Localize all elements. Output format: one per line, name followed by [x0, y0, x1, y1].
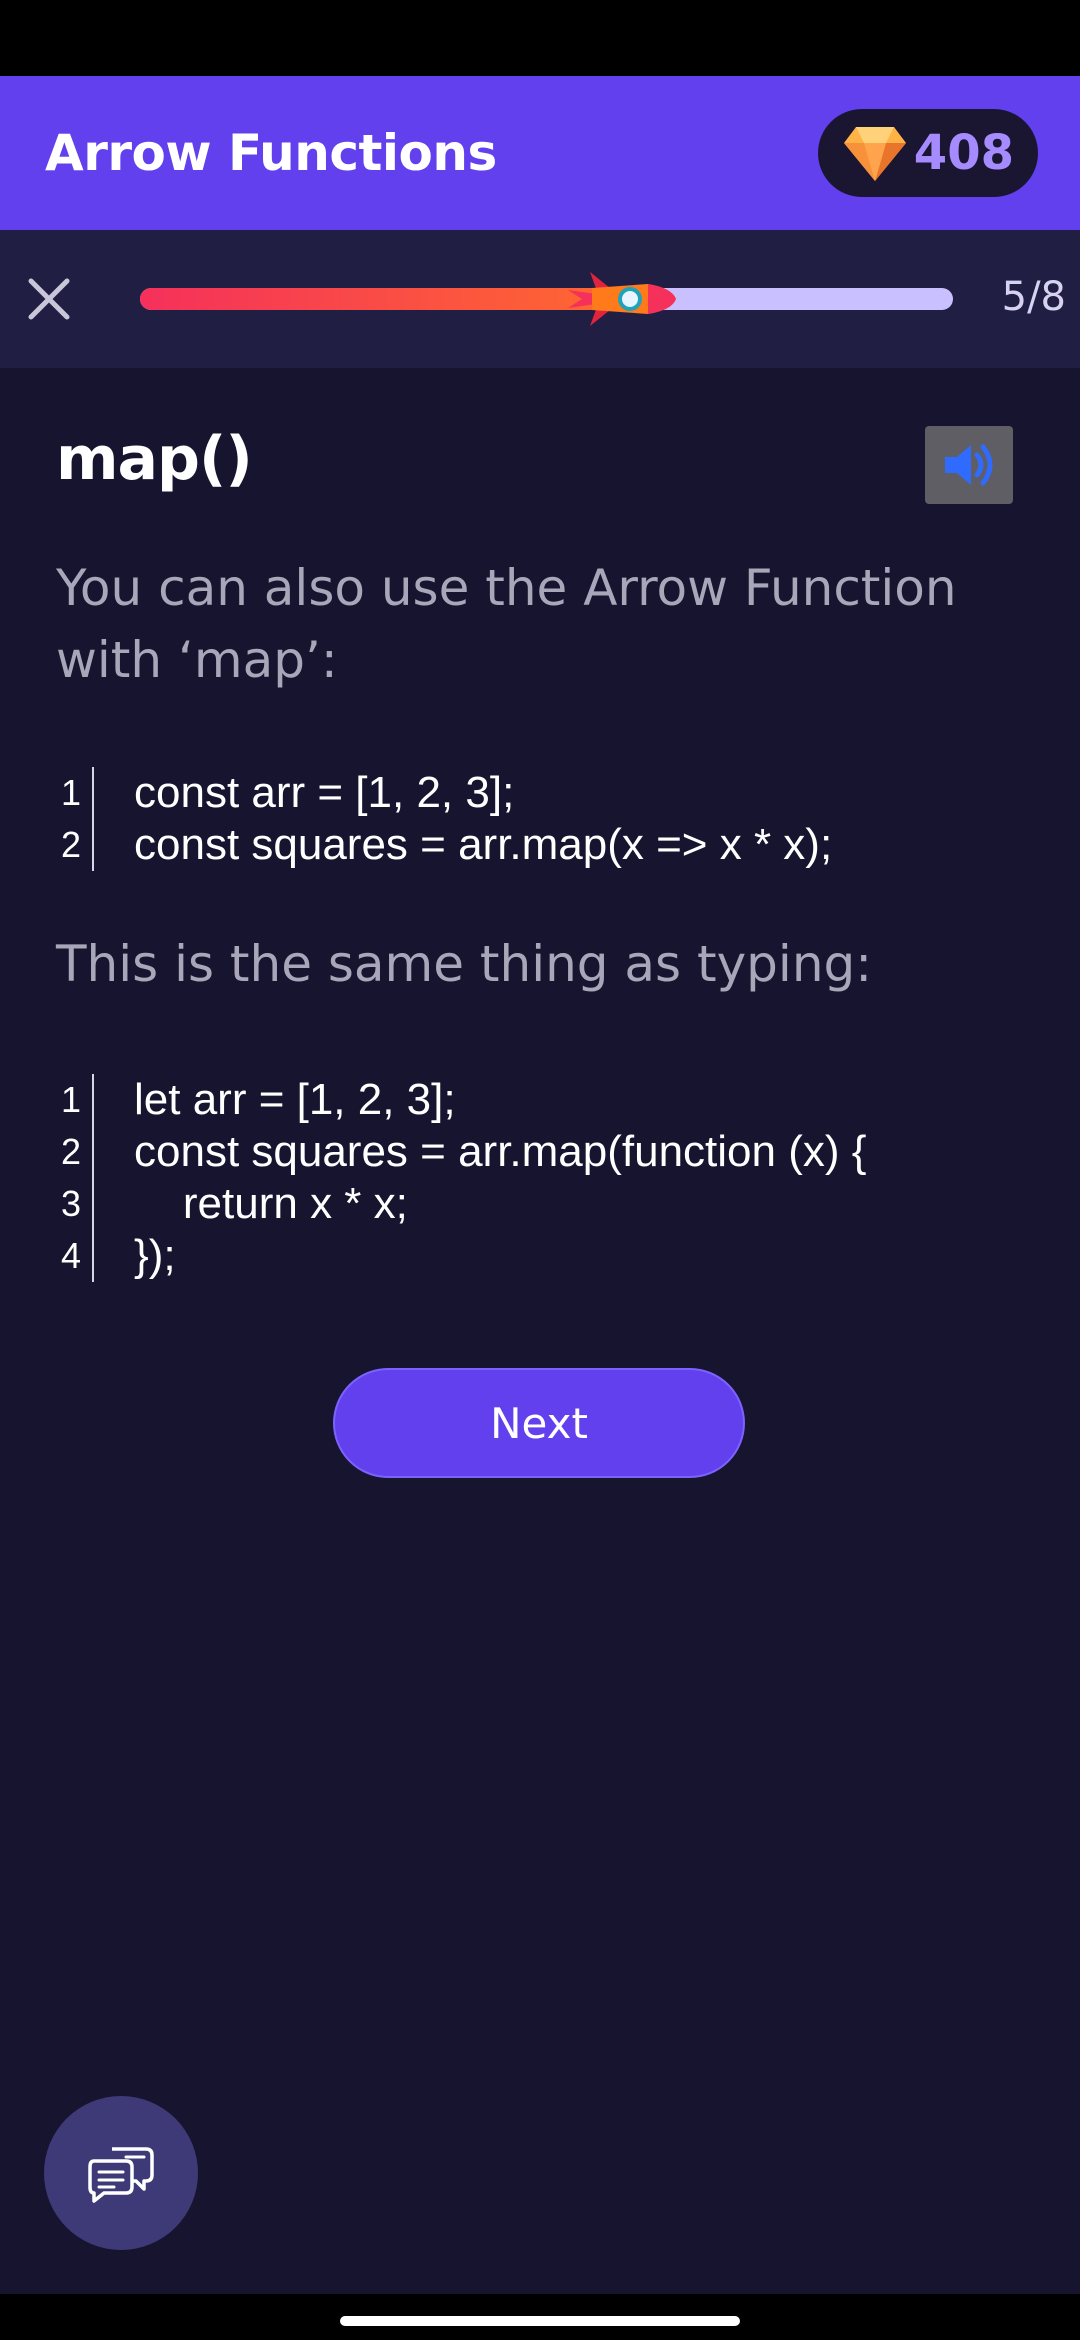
code-line: 2 const squares = arr.map(x => x * x); [50, 819, 832, 871]
rocket-icon [568, 272, 676, 326]
middle-text: This is the same thing as typing: [56, 935, 873, 993]
line-number: 2 [50, 819, 94, 871]
code-line: 2 const squares = arr.map(function (x) { [50, 1126, 866, 1178]
status-bar [0, 0, 1080, 76]
code-line: 1 let arr = [1, 2, 3]; [50, 1074, 866, 1126]
code-text: const squares = arr.map(function (x) { [134, 1127, 867, 1176]
progress-track [140, 272, 953, 326]
code-block-arrow: 1 const arr = [1, 2, 3]; 2 const squares… [50, 767, 832, 871]
code-text: let arr = [1, 2, 3]; [134, 1075, 456, 1124]
lesson-progress: 5/8 [0, 230, 1080, 368]
line-number: 3 [50, 1178, 94, 1230]
code-text: }); [134, 1231, 176, 1280]
lesson-title: map() [56, 424, 253, 494]
code-text: const squares = arr.map(x => x * x); [134, 820, 833, 869]
speaker-icon [945, 444, 993, 486]
close-button[interactable] [22, 272, 76, 326]
code-line: 1 const arr = [1, 2, 3]; [50, 767, 832, 819]
line-number: 1 [50, 767, 94, 819]
diamond-gem-icon [843, 127, 906, 181]
lesson-content: map() You can also use the Arrow Functio… [0, 368, 1080, 2294]
audio-button[interactable] [925, 426, 1013, 504]
intro-text: You can also use the Arrow Function with… [56, 559, 957, 689]
gems-badge[interactable]: 408 [817, 109, 1038, 197]
close-icon [28, 278, 70, 320]
code-text: const arr = [1, 2, 3]; [134, 768, 515, 817]
line-number: 2 [50, 1126, 94, 1178]
line-number: 1 [50, 1074, 94, 1126]
code-text: return x * x; [134, 1179, 408, 1228]
progress-counter: 5/8 [1001, 274, 1066, 320]
gem-count: 408 [913, 125, 1014, 181]
home-indicator[interactable] [340, 2316, 740, 2326]
chat-button[interactable] [44, 2096, 198, 2250]
page-title: Arrow Functions [45, 124, 497, 182]
code-line: 3 return x * x; [50, 1178, 866, 1230]
app-bar: Arrow Functions 408 [0, 76, 1080, 230]
line-number: 4 [50, 1230, 94, 1282]
code-line: 4 }); [50, 1230, 866, 1282]
chat-bubbles-icon [88, 2147, 154, 2203]
system-nav-bar [0, 2294, 1080, 2340]
code-block-function: 1 let arr = [1, 2, 3]; 2 const squares =… [50, 1074, 866, 1282]
next-button[interactable]: Next [333, 1368, 745, 1478]
